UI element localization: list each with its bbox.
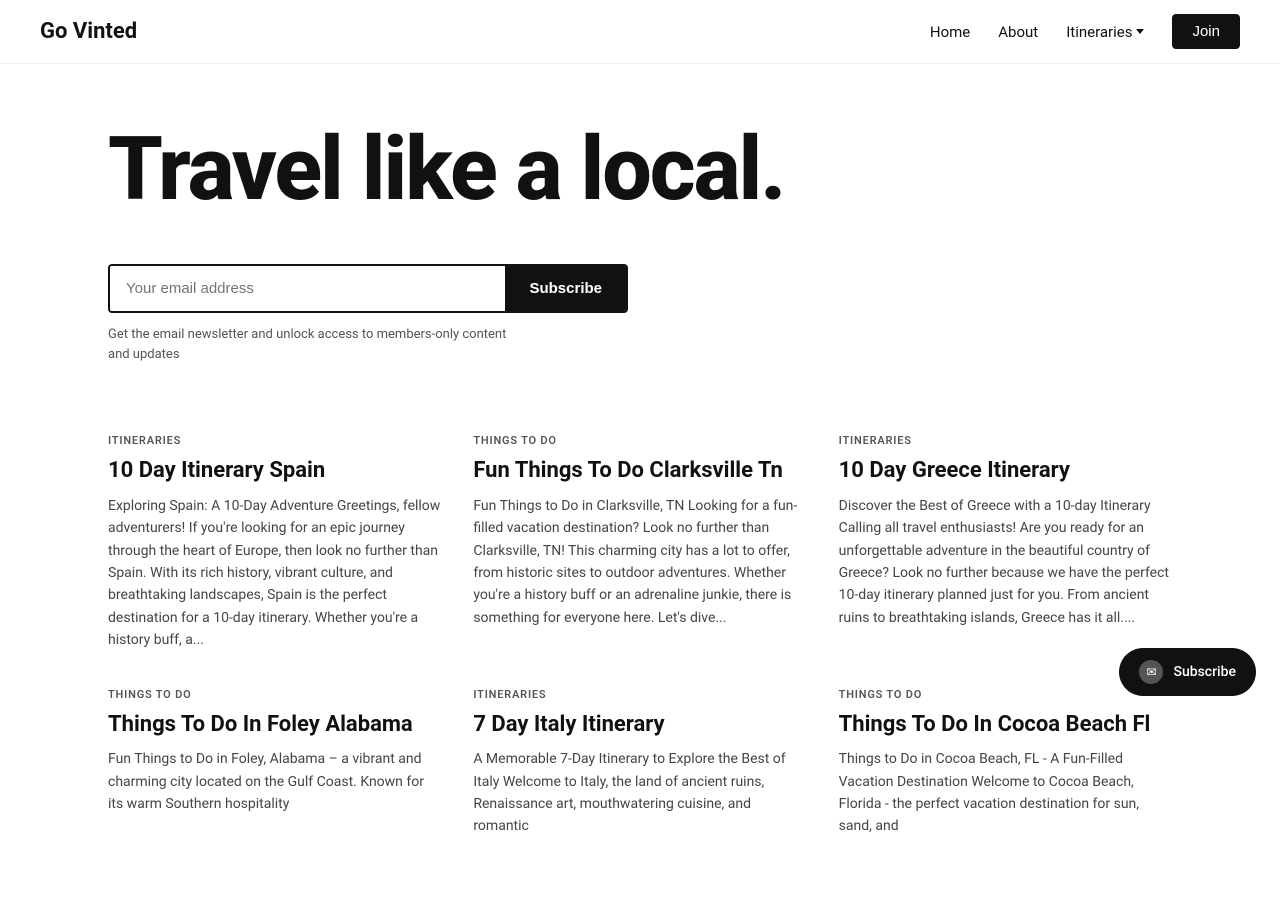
card-item[interactable]: Itineraries 10 Day Greece Itinerary Discov…	[839, 434, 1172, 651]
card-title: Things To Do In Cocoa Beach Fl	[839, 711, 1172, 739]
subscribe-toast[interactable]: ✉ Subscribe	[1119, 648, 1256, 696]
email-desc: Get the email newsletter and unlock acce…	[108, 325, 508, 364]
nav-links: Home About Itineraries Join	[930, 14, 1240, 49]
subscribe-button[interactable]: Subscribe	[505, 266, 626, 311]
email-form: Subscribe	[108, 264, 628, 313]
itineraries-label: Itineraries	[1066, 23, 1132, 41]
cards-grid: Itineraries 10 Day Itinerary Spain Explori…	[108, 434, 1172, 837]
hero-title: Travel like a local.	[108, 124, 928, 216]
card-excerpt: Fun Things to Do in Clarksville, TN Look…	[473, 495, 806, 629]
nav-link-home[interactable]: Home	[930, 23, 970, 41]
card-item[interactable]: Things to do Things To Do In Foley Alabam…	[108, 688, 441, 838]
hero-section: Travel like a local. Subscribe Get the e…	[0, 64, 1280, 414]
chevron-down-icon	[1136, 29, 1144, 34]
email-input[interactable]	[110, 266, 505, 311]
card-title: Things To Do In Foley Alabama	[108, 711, 441, 739]
card-tag: Itineraries	[839, 434, 1172, 447]
card-tag: Things to do	[473, 434, 806, 447]
card-item[interactable]: Itineraries 7 Day Italy Itinerary A Memora…	[473, 688, 806, 838]
card-item[interactable]: Things to do Things To Do In Cocoa Beach …	[839, 688, 1172, 838]
card-excerpt: Fun Things to Do in Foley, Alabama – a v…	[108, 748, 441, 815]
toast-label: Subscribe	[1173, 664, 1236, 680]
nav-link-about[interactable]: About	[998, 23, 1038, 41]
card-excerpt: Exploring Spain: A 10-Day Adventure Gree…	[108, 495, 441, 652]
card-tag: Itineraries	[108, 434, 441, 447]
join-button[interactable]: Join	[1172, 14, 1240, 49]
card-excerpt: Discover the Best of Greece with a 10-da…	[839, 495, 1172, 629]
card-tag: Things to do	[839, 688, 1172, 701]
card-excerpt: Things to Do in Cocoa Beach, FL - A Fun-…	[839, 748, 1172, 838]
site-logo[interactable]: Go Vinted	[40, 19, 137, 44]
card-tag: Things to do	[108, 688, 441, 701]
card-tag: Itineraries	[473, 688, 806, 701]
card-title: 10 Day Greece Itinerary	[839, 457, 1172, 485]
toast-icon: ✉	[1139, 660, 1163, 684]
card-title: 10 Day Itinerary Spain	[108, 457, 441, 485]
cards-section: Itineraries 10 Day Itinerary Spain Explori…	[0, 414, 1280, 897]
card-excerpt: A Memorable 7-Day Itinerary to Explore t…	[473, 748, 806, 838]
card-item[interactable]: Things to do Fun Things To Do Clarksville…	[473, 434, 806, 651]
card-title: 7 Day Italy Itinerary	[473, 711, 806, 739]
mail-icon: ✉	[1146, 665, 1156, 679]
card-item[interactable]: Itineraries 10 Day Itinerary Spain Explori…	[108, 434, 441, 651]
main-nav: Go Vinted Home About Itineraries Join	[0, 0, 1280, 64]
nav-link-itineraries[interactable]: Itineraries	[1066, 23, 1144, 41]
card-title: Fun Things To Do Clarksville Tn	[473, 457, 806, 485]
